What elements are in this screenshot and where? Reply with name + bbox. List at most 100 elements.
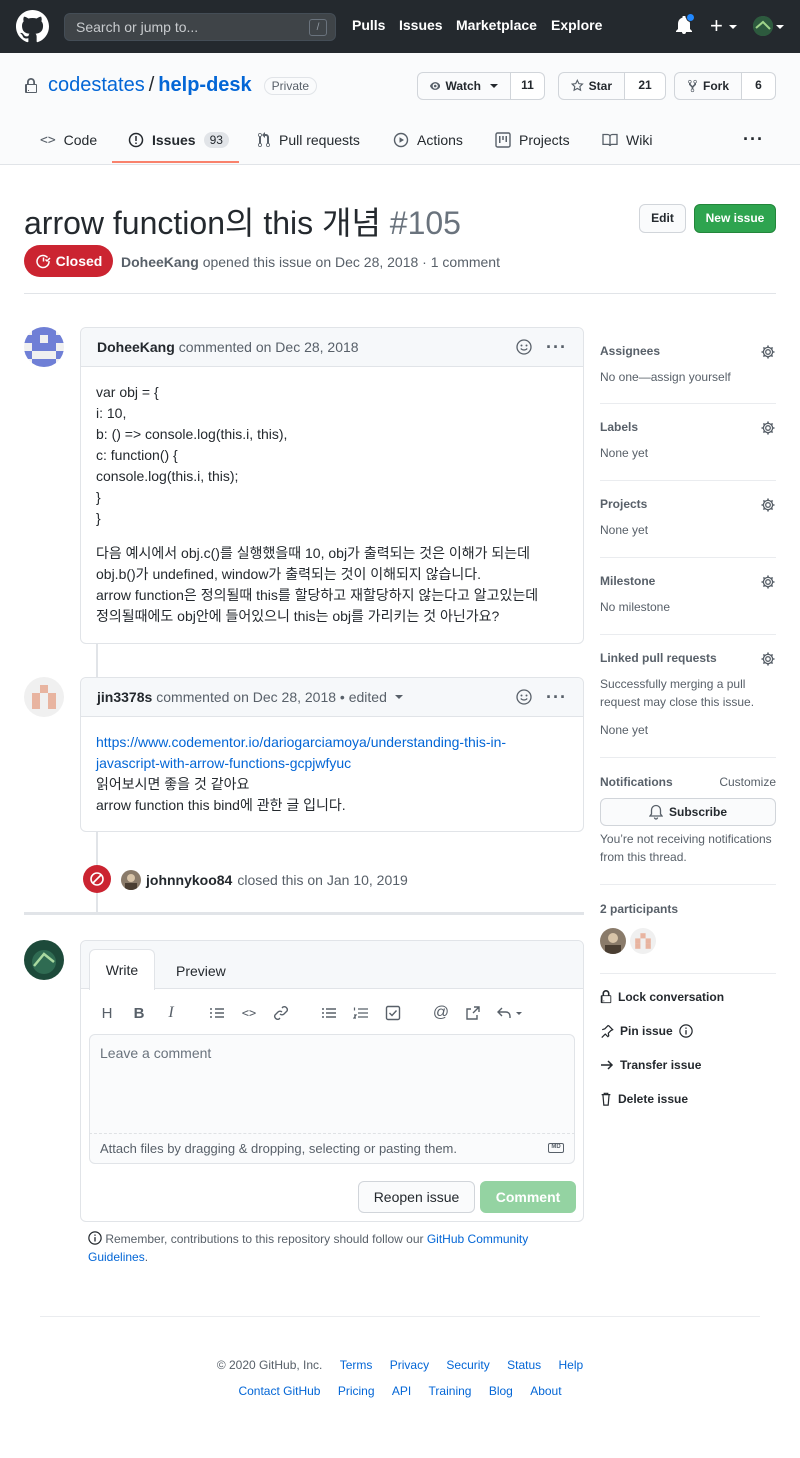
sidebar-labels[interactable]: Labels None yet [600,420,776,481]
sidebar-milestone[interactable]: Milestone No milestone [600,574,776,635]
lock-conversation-button[interactable]: Lock conversation [600,990,724,1004]
sidebar-projects[interactable]: Projects None yet [600,497,776,558]
comment-author-link[interactable]: jin3378s [97,689,152,705]
issue-author-link[interactable]: DoheeKang [121,254,199,270]
tab-projects[interactable]: Projects [495,132,570,148]
comment-author-avatar[interactable] [24,677,64,717]
mention-icon[interactable]: @ [431,1003,451,1023]
create-new-menu[interactable]: + [710,13,737,39]
pin-label: Pin issue [620,1024,673,1038]
footer-link-api[interactable]: API [392,1384,411,1398]
ordered-list-icon[interactable] [351,1003,371,1023]
quote-icon[interactable] [207,1003,227,1023]
gear-icon[interactable] [760,651,776,667]
comment-timestamp[interactable]: commented on Dec 28, 2018 • edited [156,689,387,705]
participant-avatar[interactable] [630,928,656,954]
link-line: https://www.codementor.io/dariogarciamoy… [96,734,507,750]
footer-link-pricing[interactable]: Pricing [338,1384,375,1398]
gear-icon[interactable] [760,420,776,436]
tab-issues[interactable]: Issues 93 [128,132,229,148]
kebab-menu-icon[interactable]: ··· [546,337,567,358]
gear-icon[interactable] [760,574,776,590]
tab-issues-label: Issues [152,132,196,148]
code-icon[interactable]: <> [239,1003,259,1023]
italic-icon[interactable]: I [161,1003,181,1023]
repo-name-link[interactable]: help-desk [158,74,251,97]
bold-icon[interactable]: B [129,1003,149,1023]
comment-textarea[interactable]: Leave a comment [89,1034,575,1134]
comment-author-link[interactable]: DoheeKang [97,339,175,355]
tab-code-label: Code [63,132,98,148]
assign-yourself-link[interactable]: No one—assign yourself [600,368,776,386]
delete-issue-button[interactable]: Delete issue [600,1092,688,1106]
footer-link-status[interactable]: Status [507,1358,541,1372]
search-placeholder: Search or jump to... [76,19,199,35]
comment-author-avatar[interactable] [24,327,64,367]
tab-preview[interactable]: Preview [176,963,226,979]
tab-pull-requests[interactable]: Pull requests [257,132,360,148]
heading-icon[interactable]: H [97,1003,117,1023]
star-button[interactable]: Star [558,72,625,100]
current-user-avatar[interactable] [24,940,64,980]
reply-icon[interactable] [495,1003,525,1023]
star-count[interactable]: 21 [625,72,666,100]
user-avatar[interactable] [753,16,773,36]
link-icon[interactable] [271,1003,291,1023]
linked-pr-description: Successfully merging a pull request may … [600,677,755,709]
footer-divider [40,1316,760,1317]
participant-avatar[interactable] [600,928,626,954]
tab-wiki[interactable]: Wiki [602,132,652,148]
reopen-issue-button[interactable]: Reopen issue [358,1181,475,1213]
subscribe-button[interactable]: Subscribe [600,798,776,826]
gear-icon[interactable] [760,344,776,360]
edit-title-button[interactable]: Edit [639,204,686,233]
fork-count[interactable]: 6 [742,72,776,100]
comment-submit-button[interactable]: Comment [480,1181,576,1213]
new-issue-button[interactable]: New issue [694,204,776,233]
footer-link-training[interactable]: Training [429,1384,472,1398]
more-tabs-icon[interactable]: ··· [743,129,764,150]
search-input[interactable]: Search or jump to... / [64,13,336,41]
nav-marketplace[interactable]: Marketplace [456,17,537,33]
subscribe-label: Subscribe [668,805,728,819]
kebab-menu-icon[interactable]: ··· [546,687,567,708]
tab-write[interactable]: Write [89,949,155,990]
task-list-icon[interactable] [383,1003,403,1023]
nav-explore[interactable]: Explore [551,17,602,33]
repo-owner-link[interactable]: codestates [48,74,145,97]
gear-icon[interactable] [760,497,776,513]
pin-issue-button[interactable]: Pin issue [600,1024,693,1038]
footer-link-blog[interactable]: Blog [489,1384,513,1398]
actor-link[interactable]: johnnykoo84 [146,872,232,888]
transfer-issue-button[interactable]: Transfer issue [600,1058,701,1072]
attach-files-area[interactable]: Attach files by dragging & dropping, sel… [89,1134,575,1164]
nav-pulls[interactable]: Pulls [352,17,385,33]
footer-link-help[interactable]: Help [559,1358,584,1372]
footer-link-security[interactable]: Security [446,1358,489,1372]
sidebar-assignees[interactable]: Assignees No one—assign yourself [600,344,776,404]
cross-reference-icon[interactable] [463,1003,483,1023]
comment-link[interactable]: https://www.codementor.io/dariogarciamoy… [96,732,568,774]
watch-count[interactable]: 11 [511,72,545,100]
footer-link-privacy[interactable]: Privacy [390,1358,429,1372]
smiley-icon[interactable] [516,339,532,355]
github-logo-icon[interactable] [16,10,49,43]
comment-timestamp[interactable]: commented on Dec 28, 2018 [179,339,359,355]
fork-button[interactable]: Fork [674,72,742,100]
chevron-down-icon[interactable] [776,25,784,29]
watch-button[interactable]: Watch [417,72,511,100]
footer-link-terms[interactable]: Terms [340,1358,373,1372]
footer-link-about[interactable]: About [530,1384,561,1398]
actor-avatar[interactable] [121,870,141,890]
unordered-list-icon[interactable] [319,1003,339,1023]
notifications-bell-icon[interactable] [676,13,695,37]
tab-actions[interactable]: Actions [393,132,463,148]
sidebar-linked-pull-requests[interactable]: Linked pull requests Successfully mergin… [600,651,776,758]
code-icon: <> [40,132,56,148]
chevron-down-icon[interactable] [394,695,403,699]
nav-issues[interactable]: Issues [399,17,443,33]
footer-link-contact[interactable]: Contact GitHub [238,1384,320,1398]
tab-code[interactable]: <> Code [40,132,97,148]
customize-link[interactable]: Customize [719,775,776,789]
smiley-icon[interactable] [516,689,532,705]
